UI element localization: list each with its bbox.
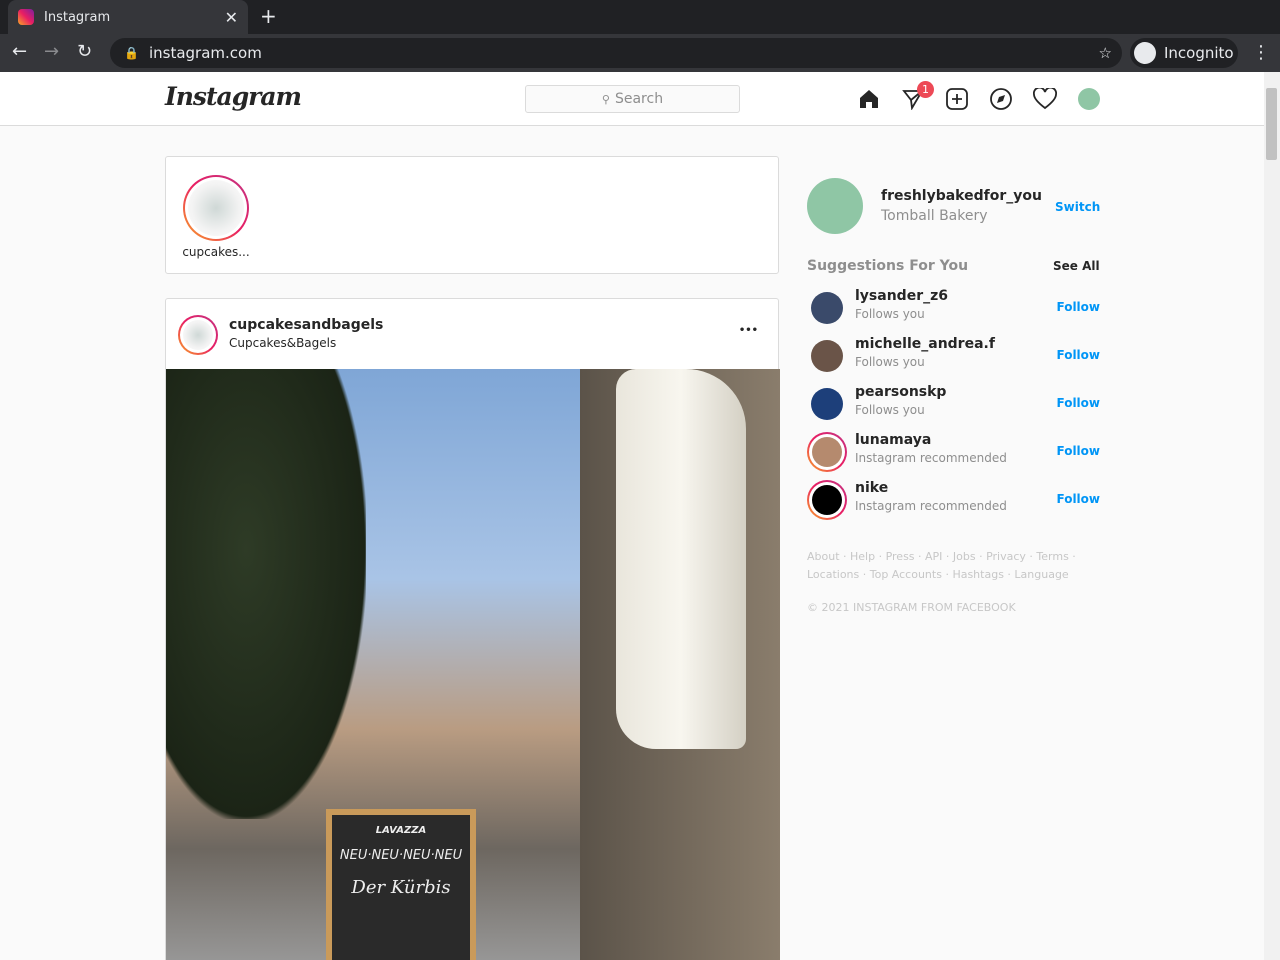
- suggestion-username[interactable]: lunamaya: [855, 432, 931, 448]
- board-text: NEU·NEU·NEU·NEU: [339, 848, 463, 863]
- forward-icon[interactable]: →: [44, 41, 59, 62]
- reload-icon[interactable]: ↻: [77, 41, 92, 62]
- copyright: © 2021 INSTAGRAM FROM FACEBOOK: [807, 601, 1016, 614]
- close-tab-icon[interactable]: ✕: [225, 8, 238, 27]
- follow-button[interactable]: Follow: [1056, 444, 1100, 458]
- suggestion-reason: Instagram recommended: [855, 451, 1007, 465]
- chalkboard-sign: LAVAZZA NEU·NEU·NEU·NEU Der Kürbis: [326, 809, 476, 960]
- stories-tray: cupcakes...: [165, 156, 779, 274]
- incognito-indicator[interactable]: Incognito: [1130, 38, 1238, 68]
- suggestion-username[interactable]: lysander_z6: [855, 288, 948, 304]
- follow-button[interactable]: Follow: [1056, 492, 1100, 506]
- page-scrollbar[interactable]: [1264, 72, 1280, 960]
- bookmark-star-icon[interactable]: ☆: [1099, 44, 1112, 62]
- suggestion-avatar[interactable]: [811, 292, 843, 324]
- profile-avatar[interactable]: [1076, 86, 1102, 112]
- address-bar[interactable]: 🔒 instagram.com ☆: [110, 38, 1122, 68]
- suggestion-reason: Follows you: [855, 355, 925, 369]
- instagram-page: Instagram ⚲ Search 1 cupcakes... cupcakes…: [0, 72, 1264, 960]
- current-user-avatar[interactable]: [807, 178, 863, 234]
- suggestion-avatar[interactable]: [807, 432, 847, 472]
- post-location[interactable]: Cupcakes&Bagels: [229, 336, 336, 350]
- top-nav: Instagram ⚲ Search 1: [0, 72, 1264, 126]
- lock-icon: 🔒: [124, 46, 139, 60]
- scrollbar-thumb[interactable]: [1266, 88, 1277, 160]
- more-options-icon[interactable]: •••: [739, 325, 758, 336]
- tree-shape: [166, 369, 366, 819]
- follow-button[interactable]: Follow: [1056, 348, 1100, 362]
- suggestion-avatar[interactable]: [807, 480, 847, 520]
- current-username[interactable]: freshlybakedfor_you: [881, 188, 1042, 204]
- back-icon[interactable]: ←: [12, 41, 27, 62]
- post-username[interactable]: cupcakesandbagels: [229, 317, 383, 333]
- suggestion-reason: Follows you: [855, 307, 925, 321]
- browser-tab[interactable]: Instagram ✕: [8, 0, 248, 34]
- switch-account-button[interactable]: Switch: [1055, 200, 1100, 214]
- suggestion-username[interactable]: michelle_andrea.f: [855, 336, 995, 352]
- board-brand: LAVAZZA: [375, 825, 427, 836]
- post-image[interactable]: LAVAZZA NEU·NEU·NEU·NEU Der Kürbis: [166, 369, 780, 960]
- umbrella-shape: [616, 369, 746, 749]
- board-text-2: Der Kürbis: [351, 877, 451, 898]
- suggestion-username[interactable]: pearsonskp: [855, 384, 946, 400]
- notification-badge: 1: [917, 81, 934, 98]
- instagram-logo[interactable]: Instagram: [165, 82, 302, 111]
- browser-menu-icon[interactable]: ⋮: [1252, 42, 1270, 63]
- follow-button[interactable]: Follow: [1056, 300, 1100, 314]
- footer-links-row-1[interactable]: About · Help · Press · API · Jobs · Priv…: [807, 548, 1100, 566]
- story-username: cupcakes...: [182, 245, 250, 259]
- post-author-avatar[interactable]: [178, 315, 218, 355]
- direct-messages-icon[interactable]: 1: [900, 81, 934, 112]
- suggestion-item: pearsonskp Follows you Follow: [807, 384, 1100, 424]
- feed-post: cupcakesandbagels Cupcakes&Bagels ••• LA…: [165, 298, 780, 960]
- search-placeholder: Search: [614, 91, 664, 107]
- suggestion-avatar[interactable]: [811, 388, 843, 420]
- search-input[interactable]: ⚲ Search: [525, 85, 740, 113]
- tab-title: Instagram: [44, 9, 111, 25]
- activity-heart-icon[interactable]: [1032, 86, 1058, 112]
- footer-links-row-2[interactable]: Locations · Top Accounts · Hashtags · La…: [807, 566, 1100, 584]
- suggestion-item: nike Instagram recommended Follow: [807, 480, 1100, 520]
- story-avatar: [183, 175, 249, 241]
- suggestion-item: lunamaya Instagram recommended Follow: [807, 432, 1100, 472]
- new-post-icon[interactable]: [944, 86, 970, 112]
- see-all-link[interactable]: See All: [1053, 259, 1100, 273]
- url-text: instagram.com: [148, 44, 262, 62]
- footer-links[interactable]: About · Help · Press · API · Jobs · Priv…: [807, 548, 1100, 584]
- suggestion-item: lysander_z6 Follows you Follow: [807, 288, 1100, 328]
- home-icon[interactable]: [856, 86, 882, 112]
- suggestion-item: michelle_andrea.f Follows you Follow: [807, 336, 1100, 376]
- current-user-name: Tomball Bakery: [881, 208, 988, 224]
- follow-button[interactable]: Follow: [1056, 396, 1100, 410]
- suggestions-title: Suggestions For You: [807, 258, 969, 274]
- search-icon: ⚲: [601, 92, 610, 106]
- explore-compass-icon[interactable]: [988, 86, 1014, 112]
- instagram-favicon-icon: [18, 9, 34, 25]
- new-tab-icon[interactable]: +: [260, 4, 277, 28]
- suggestion-reason: Follows you: [855, 403, 925, 417]
- incognito-label: Incognito: [1164, 44, 1234, 62]
- story-item[interactable]: cupcakes...: [178, 175, 254, 259]
- suggestion-avatar[interactable]: [811, 340, 843, 372]
- incognito-icon: [1134, 42, 1156, 64]
- browser-tabstrip: Instagram ✕ +: [0, 0, 1280, 34]
- suggestion-reason: Instagram recommended: [855, 499, 1007, 513]
- suggestion-username[interactable]: nike: [855, 480, 888, 496]
- browser-toolbar: ← → ↻ 🔒 instagram.com ☆ Incognito ⋮: [0, 34, 1280, 72]
